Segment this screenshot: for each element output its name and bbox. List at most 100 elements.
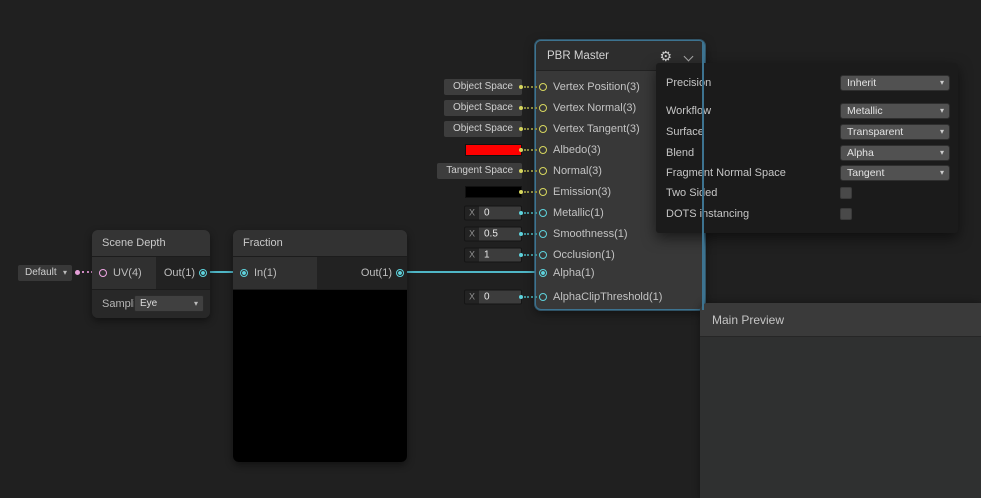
albedo-color-swatch[interactable] — [465, 144, 522, 156]
widget-connector-dot — [519, 169, 523, 173]
widget-connector-dash — [524, 233, 537, 235]
uv-port-label: UV(4) — [113, 267, 142, 279]
widget-connector-dot — [519, 106, 523, 110]
smoothness-label: Smoothness(1) — [553, 228, 628, 240]
occlusion-port[interactable] — [539, 251, 547, 259]
fraction-to-alpha-wire[interactable] — [400, 271, 538, 273]
vertex-normal-port[interactable] — [539, 104, 547, 112]
alphaclip-value-field[interactable]: X 0 — [463, 289, 522, 305]
widget-connector-dash — [524, 149, 537, 151]
two-sided-label: Two Sided — [666, 187, 718, 199]
surface-value: Transparent — [847, 126, 904, 138]
alphaclipthreshold-label: AlphaClipThreshold(1) — [553, 291, 663, 303]
smoothness-value[interactable]: 0.5 — [479, 227, 521, 241]
widget-connector-dash — [524, 254, 537, 256]
main-preview-title: Main Preview — [712, 313, 785, 327]
scene-depth-out-port[interactable] — [199, 269, 207, 277]
precision-value: Inherit — [847, 77, 877, 89]
default-value-port[interactable] — [75, 270, 80, 275]
albedo-label: Albedo(3) — [553, 144, 601, 156]
workflow-dropdown[interactable]: Metallic ▾ — [840, 103, 950, 119]
blend-label: Blend — [666, 147, 695, 159]
workflow-label: Workflow — [666, 105, 712, 117]
fraction-in-port[interactable] — [240, 269, 248, 277]
alpha-port[interactable] — [539, 269, 547, 277]
widget-connector-dot — [519, 127, 523, 131]
widget-connector-dot — [519, 211, 523, 215]
widget-connector-dash — [524, 86, 537, 88]
widget-connector-dash — [524, 170, 537, 172]
widget-connector-dot — [519, 295, 523, 299]
fraction-node[interactable]: Fraction In(1) Out(1) — [233, 230, 407, 462]
surface-label: Surface — [666, 126, 704, 138]
metallic-value-field[interactable]: X 0 — [463, 205, 522, 221]
emission-port[interactable] — [539, 188, 547, 196]
occlusion-value-field[interactable]: X 1 — [463, 247, 522, 263]
uv-input-port[interactable] — [99, 269, 107, 277]
widget-connector-dash — [524, 107, 537, 109]
metallic-value[interactable]: 0 — [479, 206, 521, 220]
occlusion-value[interactable]: 1 — [479, 248, 521, 262]
normal-label: Normal(3) — [553, 165, 602, 177]
pbr-selection-border — [702, 42, 704, 310]
default-uv-dropdown[interactable]: Default ▾ — [18, 265, 72, 281]
dots-instancing-checkbox[interactable] — [840, 208, 852, 220]
blend-dropdown[interactable]: Alpha ▾ — [840, 145, 950, 161]
fraction-preview — [233, 290, 407, 462]
widget-connector-dash — [524, 128, 537, 130]
fraction-in-label: In(1) — [254, 267, 277, 279]
scene-depth-port-row: UV(4) Out(1) — [92, 257, 210, 290]
precision-label: Precision — [666, 77, 712, 89]
chevron-down-icon: ▾ — [939, 148, 944, 157]
precision-dropdown[interactable]: Inherit ▾ — [840, 75, 950, 91]
smoothness-port[interactable] — [539, 230, 547, 238]
scene-depth-title: Scene Depth — [92, 230, 210, 257]
main-preview-panel[interactable]: Main Preview — [700, 303, 981, 498]
scene-depth-node[interactable]: Scene Depth UV(4) Out(1) Samplir Eye ▾ — [92, 230, 210, 318]
fragment-normal-space-value: Tangent — [847, 167, 885, 179]
chevron-down-icon: ▾ — [193, 299, 198, 308]
alphaclip-value[interactable]: 0 — [479, 290, 521, 304]
two-sided-checkbox[interactable] — [840, 187, 852, 199]
vertex-position-port[interactable] — [539, 83, 547, 91]
alpha-label: Alpha(1) — [553, 267, 595, 279]
sampling-row: Samplir Eye ▾ — [92, 290, 210, 318]
vertex-normal-space-dropdown[interactable]: Object Space — [443, 100, 522, 116]
widget-connector-dash — [524, 296, 537, 298]
scene-depth-out-label: Out(1) — [163, 267, 195, 279]
port-row-occlusion: X 1 Occlusion(1) — [463, 245, 704, 265]
x-axis-label: X — [468, 207, 475, 218]
port-row-alpha: Alpha(1) — [536, 263, 704, 283]
chevron-down-icon: ▾ — [939, 127, 944, 136]
fraction-out-label: Out(1) — [360, 267, 392, 279]
vertex-position-space-dropdown[interactable]: Object Space — [443, 79, 522, 95]
normal-space-dropdown[interactable]: Tangent Space — [437, 163, 522, 179]
widget-connector-dash — [524, 212, 537, 214]
occlusion-label: Occlusion(1) — [553, 249, 615, 261]
widget-connector-dot — [519, 85, 523, 89]
fraction-port-row: In(1) Out(1) — [233, 257, 407, 290]
metallic-port[interactable] — [539, 209, 547, 217]
chevron-down-icon: ▾ — [939, 106, 944, 115]
chevron-down-icon[interactable] — [683, 51, 694, 62]
vertex-tangent-space-dropdown[interactable]: Object Space — [443, 121, 522, 137]
normal-port[interactable] — [539, 167, 547, 175]
x-axis-label: X — [468, 228, 475, 239]
blend-value: Alpha — [847, 147, 874, 159]
main-preview-header[interactable]: Main Preview — [700, 303, 981, 337]
dots-instancing-label: DOTS instancing — [666, 208, 750, 220]
fragment-normal-space-dropdown[interactable]: Tangent ▾ — [840, 165, 950, 181]
vertex-position-label: Vertex Position(3) — [553, 81, 640, 93]
metallic-label: Metallic(1) — [553, 207, 604, 219]
vertex-tangent-label: Vertex Tangent(3) — [553, 123, 640, 135]
widget-connector-dot — [519, 253, 523, 257]
smoothness-value-field[interactable]: X 0.5 — [463, 226, 522, 242]
shader-graph-canvas[interactable]: Default ▾ Scene Depth UV(4) Out(1) Sampl… — [0, 0, 981, 498]
emission-color-swatch[interactable] — [465, 186, 522, 198]
fraction-out-port[interactable] — [396, 269, 404, 277]
albedo-port[interactable] — [539, 146, 547, 154]
alphaclipthreshold-port[interactable] — [539, 293, 547, 301]
vertex-tangent-port[interactable] — [539, 125, 547, 133]
sampling-dropdown[interactable]: Eye ▾ — [134, 295, 204, 312]
surface-dropdown[interactable]: Transparent ▾ — [840, 124, 950, 140]
